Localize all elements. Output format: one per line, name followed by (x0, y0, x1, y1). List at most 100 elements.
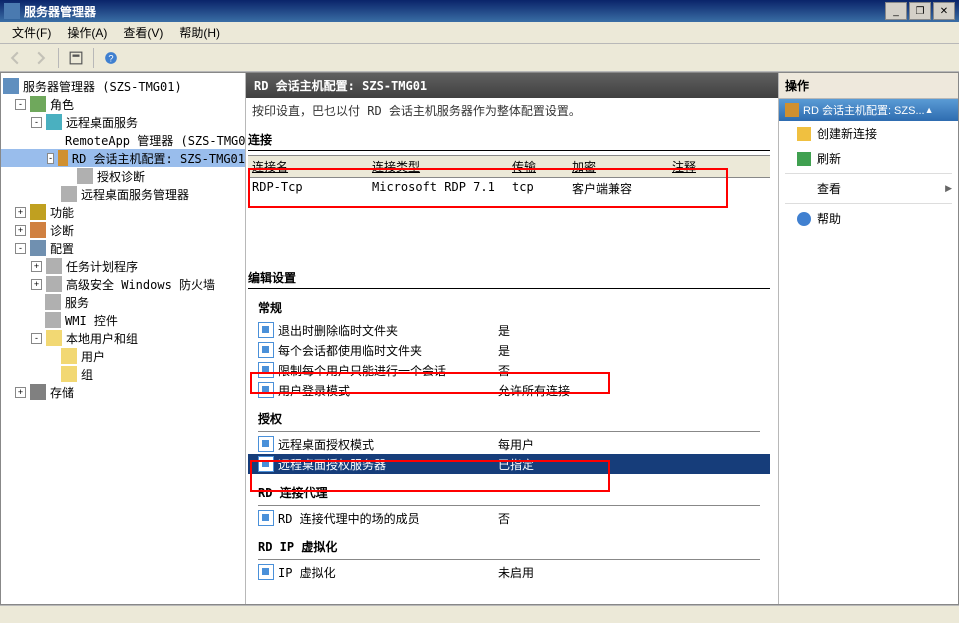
properties-button[interactable] (65, 47, 87, 69)
setting-icon (258, 342, 274, 358)
expand-icon[interactable]: + (15, 387, 26, 398)
setting-single-session[interactable]: 限制每个用户只能进行一个会话 否 (248, 360, 770, 380)
menu-help[interactable]: 帮助(H) (171, 22, 228, 43)
divider (258, 559, 760, 560)
collapse-icon[interactable]: - (15, 243, 26, 254)
setting-lic-mode[interactable]: 远程桌面授权模式 每用户 (248, 434, 770, 454)
help-button[interactable]: ? (100, 47, 122, 69)
diag-icon (77, 168, 93, 184)
rdhost-icon (58, 150, 68, 166)
setting-login-mode[interactable]: 用户登录模式 允许所有连接 (248, 380, 770, 400)
tree-licdiag[interactable]: 授权诊断 (1, 167, 245, 185)
tree-rdhost[interactable]: - RD 会话主机配置: SZS-TMG01 (1, 149, 245, 167)
action-view[interactable]: 查看 ▶ (779, 176, 958, 201)
connection-row[interactable]: RDP-Tcp Microsoft RDP 7.1 tcp 客户端兼容 (248, 178, 770, 199)
actions-header: 操作 (779, 73, 958, 99)
setting-lic-server[interactable]: 远程桌面授权服务器 已指定 (248, 454, 770, 474)
col-type[interactable]: 连接类型 (368, 158, 508, 175)
chevron-right-icon: ▶ (945, 183, 952, 194)
tree-tasksched[interactable]: + 任务计划程序 (1, 257, 245, 275)
actions-context: RD 会话主机配置: SZS... ▲ (779, 99, 958, 121)
action-help[interactable]: 帮助 (779, 206, 958, 231)
menu-view[interactable]: 查看(V) (115, 22, 171, 43)
tree-diagnostics[interactable]: + 诊断 (1, 221, 245, 239)
setting-icon (258, 322, 274, 338)
server-icon (3, 78, 19, 94)
tree-rds[interactable]: - 远程桌面服务 (1, 113, 245, 131)
collapse-icon[interactable]: - (31, 117, 42, 128)
expand-icon[interactable]: + (31, 279, 42, 290)
close-button[interactable]: ✕ (933, 2, 955, 20)
col-transport[interactable]: 传输 (508, 158, 568, 175)
window-title: 服务器管理器 (24, 3, 885, 20)
divider (258, 431, 760, 432)
tree-config[interactable]: - 配置 (1, 239, 245, 257)
tree-firewall[interactable]: + 高级安全 Windows 防火墙 (1, 275, 245, 293)
collapse-icon[interactable]: - (15, 99, 26, 110)
tree-features[interactable]: + 功能 (1, 203, 245, 221)
collapse-icon[interactable]: - (47, 153, 54, 164)
setting-ip-virt[interactable]: IP 虚拟化 未启用 (248, 562, 770, 582)
section-connections: 连接 (248, 129, 770, 151)
setting-icon (258, 362, 274, 378)
menu-file[interactable]: 文件(F) (4, 22, 59, 43)
setting-temp-on-exit[interactable]: 退出时删除临时文件夹 是 (248, 320, 770, 340)
restore-button[interactable]: ❐ (909, 2, 931, 20)
expand-icon[interactable]: + (15, 225, 26, 236)
task-icon (46, 258, 62, 274)
divider (258, 505, 760, 506)
tree-wmi[interactable]: WMI 控件 (1, 311, 245, 329)
services-icon (45, 294, 61, 310)
collapse-icon[interactable]: - (31, 333, 42, 344)
col-comment[interactable]: 注释 (668, 158, 728, 175)
new-connection-icon (797, 127, 811, 141)
expand-icon[interactable]: + (31, 261, 42, 272)
tree-services[interactable]: 服务 (1, 293, 245, 311)
view-icon (797, 182, 811, 196)
action-refresh[interactable]: 刷新 (779, 146, 958, 171)
divider (785, 203, 952, 204)
col-encryption[interactable]: 加密 (568, 158, 668, 175)
refresh-icon (797, 152, 811, 166)
features-icon (30, 204, 46, 220)
setting-icon (258, 510, 274, 526)
tree-rdsmgr[interactable]: 远程桌面服务管理器 (1, 185, 245, 203)
chevron-up-icon[interactable]: ▲ (925, 105, 934, 115)
tree-localusers[interactable]: - 本地用户和组 (1, 329, 245, 347)
tree-root[interactable]: 服务器管理器 (SZS-TMG01) (1, 77, 245, 95)
tree-storage[interactable]: + 存储 (1, 383, 245, 401)
statusbar (0, 605, 959, 623)
center-body[interactable]: 按印设直，巴乜以付 RD 会话主机服务器作为整体配置设置。 连接 连接名 连接类… (246, 98, 778, 604)
toolbar-separator (58, 48, 59, 68)
col-name[interactable]: 连接名 (248, 158, 368, 175)
cell-type: Microsoft RDP 7.1 (368, 180, 508, 197)
cell-transport: tcp (508, 180, 568, 197)
center-panel: RD 会话主机配置: SZS-TMG01 按印设直，巴乜以付 RD 会话主机服务… (246, 73, 778, 604)
titlebar: 服务器管理器 _ ❐ ✕ (0, 0, 959, 22)
setting-icon (258, 456, 274, 472)
center-header: RD 会话主机配置: SZS-TMG01 (246, 73, 778, 98)
rds-icon (46, 114, 62, 130)
setting-temp-per-session[interactable]: 每个会话都使用临时文件夹 是 (248, 340, 770, 360)
section-edit: 编辑设置 (248, 267, 770, 289)
menu-action[interactable]: 操作(A) (59, 22, 115, 43)
config-icon (30, 240, 46, 256)
rdsmgr-icon (61, 186, 77, 202)
action-new-connection[interactable]: 创建新连接 (779, 121, 958, 146)
minimize-button[interactable]: _ (885, 2, 907, 20)
tree-remoteapp[interactable]: RemoteApp 管理器 (SZS-TMG0 (1, 131, 245, 149)
setting-broker-member[interactable]: RD 连接代理中的场的成员 否 (248, 508, 770, 528)
tree-users[interactable]: 用户 (1, 347, 245, 365)
toolbar: ? (0, 44, 959, 72)
diagnostics-icon (30, 222, 46, 238)
partial-desc: 按印设直，巴乜以付 RD 会话主机服务器作为整体配置设置。 (248, 100, 770, 121)
expand-icon[interactable]: + (15, 207, 26, 218)
tree-panel[interactable]: 服务器管理器 (SZS-TMG01) - 角色 - 远程桌面服务 RemoteA… (1, 73, 246, 604)
storage-icon (30, 384, 46, 400)
toolbar-separator (93, 48, 94, 68)
tree-roles[interactable]: - 角色 (1, 95, 245, 113)
tree-groups[interactable]: 组 (1, 365, 245, 383)
app-icon (4, 3, 20, 19)
menubar: 文件(F) 操作(A) 查看(V) 帮助(H) (0, 22, 959, 44)
wmi-icon (45, 312, 61, 328)
